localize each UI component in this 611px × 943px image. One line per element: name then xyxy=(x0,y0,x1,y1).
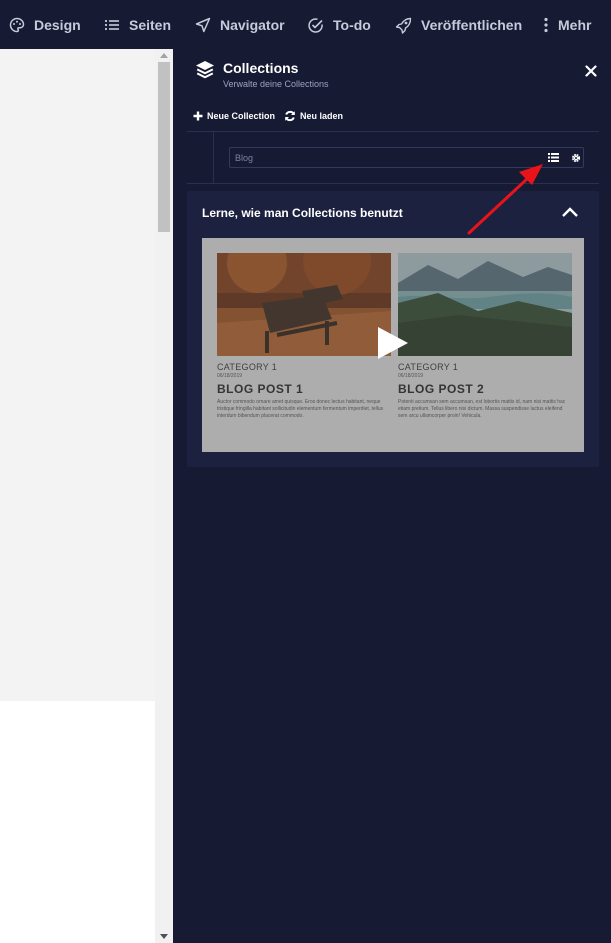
gear-icon[interactable] xyxy=(571,153,581,163)
chevron-up-icon[interactable] xyxy=(561,207,579,218)
tutorial-video[interactable]: CATEGORY 1 06/18/2019 BLOG POST 1 Auctor… xyxy=(202,238,584,452)
more-vertical-icon xyxy=(544,17,548,33)
canvas-section xyxy=(0,49,155,701)
list-icon xyxy=(104,19,119,31)
panel-header xyxy=(194,59,216,81)
panel-actions: Neue Collection Neu laden xyxy=(193,110,352,122)
learn-title: Lerne, wie man Collections benutzt xyxy=(202,206,403,220)
nav-veroeffentlichen[interactable]: Veröffentlichen xyxy=(395,16,522,34)
check-circle-icon xyxy=(308,17,323,33)
canvas-scrollbar[interactable] xyxy=(155,49,173,943)
panel-subtitle: Verwalte deine Collections xyxy=(223,79,329,89)
top-toolbar: Design Seiten Navigator To-do Veröffentl… xyxy=(0,0,611,49)
new-collection-button[interactable]: Neue Collection xyxy=(193,111,275,121)
scroll-thumb[interactable] xyxy=(158,62,170,232)
nav-navigator-label: Navigator xyxy=(220,17,285,33)
navigation-arrow-icon xyxy=(195,17,211,33)
nav-design[interactable]: Design xyxy=(9,16,81,34)
reload-label: Neu laden xyxy=(300,111,344,121)
play-icon[interactable] xyxy=(378,327,408,359)
tree-connector xyxy=(213,132,214,184)
nav-veroeffentlichen-label: Veröffentlichen xyxy=(421,17,523,33)
nav-todo[interactable]: To-do xyxy=(307,16,371,34)
list-view-icon[interactable] xyxy=(548,153,559,162)
divider xyxy=(187,131,599,132)
layers-icon xyxy=(196,61,214,79)
nav-seiten[interactable]: Seiten xyxy=(104,16,171,34)
refresh-icon xyxy=(285,110,295,122)
nav-mehr-label: Mehr xyxy=(558,17,592,33)
scroll-up-arrow[interactable] xyxy=(160,53,168,58)
nav-navigator[interactable]: Navigator xyxy=(195,16,285,34)
nav-mehr[interactable]: Mehr xyxy=(543,16,591,34)
scroll-down-arrow[interactable] xyxy=(160,934,168,939)
collection-name: Blog xyxy=(235,152,254,163)
panel-title: Collections xyxy=(223,60,299,76)
plus-icon xyxy=(193,111,203,121)
close-icon[interactable] xyxy=(585,65,597,77)
rocket-icon xyxy=(395,17,412,34)
collection-row-blog[interactable]: Blog xyxy=(229,147,584,168)
collections-panel: Collections Verwalte deine Collections N… xyxy=(174,49,611,943)
page-canvas[interactable] xyxy=(0,49,173,943)
nav-seiten-label: Seiten xyxy=(129,17,172,33)
new-collection-label: Neue Collection xyxy=(207,111,276,121)
reload-button[interactable]: Neu laden xyxy=(284,110,343,122)
nav-todo-label: To-do xyxy=(333,17,371,33)
nav-design-label: Design xyxy=(34,17,81,33)
learn-section: Lerne, wie man Collections benutzt CATEG… xyxy=(187,191,599,467)
divider xyxy=(187,183,599,184)
palette-icon xyxy=(9,17,25,33)
